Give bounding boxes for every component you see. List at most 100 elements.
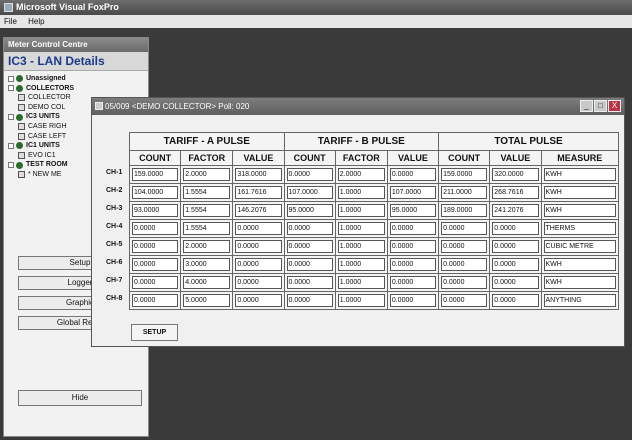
value-field[interactable]: 2.0000: [337, 168, 385, 181]
value-field[interactable]: 0.0000: [235, 258, 282, 271]
value-field[interactable]: 0.0000: [492, 222, 539, 235]
hide-button[interactable]: Hide: [18, 390, 142, 406]
value-field[interactable]: 318.0000: [235, 168, 282, 181]
value-field[interactable]: 189.0000: [441, 204, 488, 217]
expand-icon[interactable]: [8, 85, 14, 92]
channel-row: 0.0000 4.0000 0.0000 0.0000 1.0000 0.0000 0.00…: [128, 273, 619, 292]
value-field[interactable]: 95.0000: [286, 204, 333, 217]
grid-cell: KWH: [540, 255, 619, 274]
value-field[interactable]: 0.0000: [286, 222, 333, 235]
value-field[interactable]: 0.0000: [441, 276, 488, 289]
value-field[interactable]: 1.0000: [337, 204, 385, 217]
value-field[interactable]: 1.0000: [337, 258, 385, 271]
value-field[interactable]: 0.0000: [235, 294, 282, 307]
value-field[interactable]: 2.0000: [183, 168, 231, 181]
value-field[interactable]: 0.0000: [286, 168, 333, 181]
value-field[interactable]: 0.0000: [286, 276, 333, 289]
value-field[interactable]: 107.0000: [389, 186, 437, 199]
value-field[interactable]: 268.7616: [492, 186, 539, 199]
value-field[interactable]: 211.0000: [441, 186, 488, 199]
value-field[interactable]: 0.0000: [441, 222, 488, 235]
value-field[interactable]: CUBIC METRE: [543, 240, 616, 253]
value-field[interactable]: 1.0000: [337, 222, 385, 235]
close-button[interactable]: X: [608, 100, 621, 112]
maximize-button[interactable]: □: [594, 100, 607, 112]
value-field[interactable]: THERMS: [543, 222, 616, 235]
tree-label: IC3 UNITS: [26, 113, 60, 121]
expand-icon[interactable]: [8, 142, 14, 149]
expand-icon[interactable]: [8, 162, 14, 169]
grid-cell: 1.0000: [334, 273, 388, 292]
value-field[interactable]: 320.0000: [492, 168, 539, 181]
value-field[interactable]: 0.0000: [132, 276, 179, 289]
value-field[interactable]: 0.0000: [492, 240, 539, 253]
value-field[interactable]: 241.2076: [492, 204, 539, 217]
value-field[interactable]: 1.5554: [183, 204, 231, 217]
value-field[interactable]: 104.0000: [132, 186, 179, 199]
value-field[interactable]: 0.0000: [492, 276, 539, 289]
value-field[interactable]: 146.2076: [235, 204, 282, 217]
grid-cell: KWH: [540, 273, 619, 292]
value-field[interactable]: 0.0000: [132, 240, 179, 253]
value-field[interactable]: KWH: [543, 204, 616, 217]
value-field[interactable]: 0.0000: [441, 294, 488, 307]
value-field[interactable]: 159.0000: [441, 168, 488, 181]
value-field[interactable]: 0.0000: [132, 294, 179, 307]
value-field[interactable]: 1.0000: [337, 240, 385, 253]
meter-icon: [18, 132, 25, 140]
value-field[interactable]: 0.0000: [235, 240, 282, 253]
meter-group-icon: [16, 161, 23, 169]
value-field[interactable]: ANYTHING: [543, 294, 616, 307]
value-field[interactable]: KWH: [543, 258, 616, 271]
value-field[interactable]: 0.0000: [389, 276, 437, 289]
column-header: COUNT: [283, 150, 336, 166]
value-field[interactable]: 93.0000: [132, 204, 179, 217]
channel-label: CH-2: [106, 187, 123, 194]
channel-label: CH-8: [106, 295, 123, 302]
tree-label: CASE RIGH: [28, 122, 67, 130]
value-field[interactable]: 159.0000: [132, 168, 179, 181]
value-field[interactable]: 3.0000: [183, 258, 231, 271]
tree-label: TEST ROOM: [26, 161, 68, 169]
value-field[interactable]: 95.0000: [389, 204, 437, 217]
minimize-button[interactable]: _: [580, 100, 593, 112]
value-field[interactable]: 1.0000: [337, 294, 385, 307]
value-field[interactable]: 0.0000: [286, 240, 333, 253]
value-field[interactable]: KWH: [543, 276, 616, 289]
value-field[interactable]: 0.0000: [441, 240, 488, 253]
value-field[interactable]: 1.0000: [337, 276, 385, 289]
value-field[interactable]: KWH: [543, 168, 616, 181]
value-field[interactable]: 0.0000: [389, 240, 437, 253]
dialog-setup-button[interactable]: SETUP: [131, 324, 178, 341]
value-field[interactable]: 0.0000: [389, 222, 437, 235]
panel-heading: IC3 - LAN Details: [4, 52, 148, 71]
value-field[interactable]: 1.0000: [337, 186, 385, 199]
expand-icon[interactable]: [8, 114, 14, 121]
value-field[interactable]: 0.0000: [132, 222, 179, 235]
value-field[interactable]: 0.0000: [235, 222, 282, 235]
value-field[interactable]: 5.0000: [183, 294, 231, 307]
value-field[interactable]: 0.0000: [492, 294, 539, 307]
tree-node[interactable]: Unassigned: [8, 74, 146, 84]
value-field[interactable]: 0.0000: [286, 294, 333, 307]
menu-help[interactable]: Help: [28, 17, 44, 26]
tree-node[interactable]: COLLECTORS: [8, 84, 146, 94]
value-field[interactable]: 1.5554: [183, 186, 231, 199]
value-field[interactable]: KWH: [543, 186, 616, 199]
value-field[interactable]: 0.0000: [132, 258, 179, 271]
value-field[interactable]: 0.0000: [389, 258, 437, 271]
menu-file[interactable]: File: [4, 17, 17, 26]
expand-icon[interactable]: [8, 75, 14, 82]
value-field[interactable]: 2.0000: [183, 240, 231, 253]
value-field[interactable]: 107.0000: [286, 186, 333, 199]
value-field[interactable]: 0.0000: [389, 168, 437, 181]
value-field[interactable]: 161.7616: [235, 186, 282, 199]
value-field[interactable]: 0.0000: [235, 276, 282, 289]
value-field[interactable]: 1.5554: [183, 222, 231, 235]
value-field[interactable]: 4.0000: [183, 276, 231, 289]
value-field[interactable]: 0.0000: [389, 294, 437, 307]
value-field[interactable]: 0.0000: [286, 258, 333, 271]
value-field[interactable]: 0.0000: [441, 258, 488, 271]
value-field[interactable]: 0.0000: [492, 258, 539, 271]
grid-cell: 0.0000: [232, 237, 285, 256]
